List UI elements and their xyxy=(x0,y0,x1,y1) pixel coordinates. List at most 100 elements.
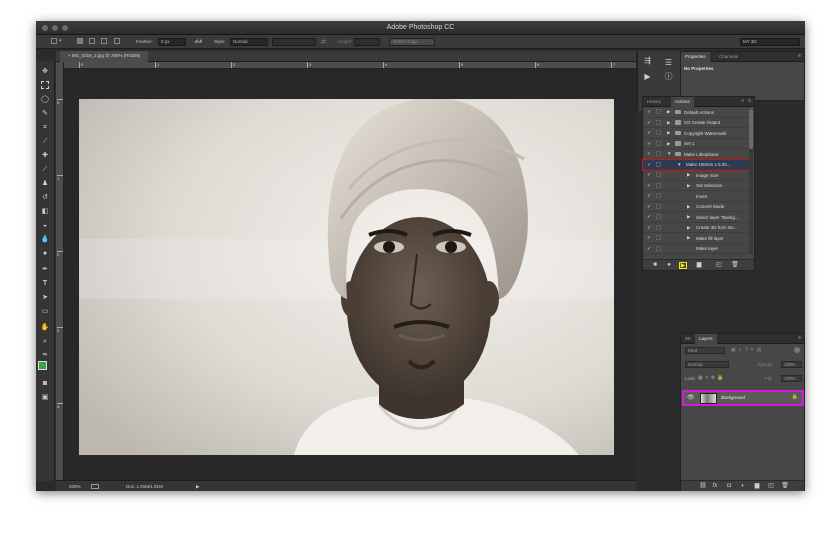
new-set-icon[interactable]: ▆ xyxy=(695,262,703,269)
action-row[interactable]: ✓ ▶ Default Actions xyxy=(643,107,750,118)
adjustment-layer-icon[interactable]: ◐ xyxy=(739,483,747,490)
document-tab[interactable]: × MG_0316_2.jpg @ 200% (RGB/8) xyxy=(60,51,149,62)
tab-actions[interactable]: Actions xyxy=(671,97,694,107)
new-group-icon[interactable]: ▆ xyxy=(753,483,761,490)
play-selection-button[interactable]: ▶ xyxy=(679,262,687,269)
dialog-toggle-box[interactable] xyxy=(656,151,661,156)
dodge-tool-icon[interactable]: ● xyxy=(40,249,50,259)
dialog-toggle-box[interactable] xyxy=(656,193,661,198)
panel-menu-icon[interactable]: ≡ xyxy=(798,53,801,59)
action-enabled-checkbox[interactable]: ✓ xyxy=(647,235,651,241)
link-layers-icon[interactable]: ⛓ xyxy=(699,483,707,490)
action-enabled-checkbox[interactable]: ✓ xyxy=(647,151,651,157)
anti-alias-icon[interactable]: ◢◢ xyxy=(194,38,202,44)
lock-options-icons[interactable]: ▦✎✥🔒 xyxy=(698,375,725,381)
actions-scrollbar[interactable] xyxy=(749,109,753,254)
action-row[interactable]: ✓ ▼ Make Lithophane xyxy=(643,149,750,160)
dialog-toggle-box[interactable] xyxy=(656,224,661,230)
begin-recording-icon[interactable]: ● xyxy=(665,262,673,269)
style-select[interactable]: Normal xyxy=(230,38,268,46)
dialog-toggle-box[interactable] xyxy=(656,245,661,251)
layer-style-icon[interactable]: fx xyxy=(711,483,719,490)
blend-mode-select[interactable]: Normal xyxy=(685,361,729,368)
height-input[interactable] xyxy=(354,38,380,46)
portrait-photo[interactable] xyxy=(79,99,614,455)
dialog-toggle-box[interactable] xyxy=(656,119,661,125)
action-enabled-checkbox[interactable]: ✓ xyxy=(647,204,651,210)
dialog-toggle-box[interactable] xyxy=(656,172,661,177)
action-row[interactable]: ✓ ▶ Convert Mode xyxy=(643,202,750,212)
expand-triangle-icon[interactable]: ▶ xyxy=(687,204,690,210)
rectangular-marquee-tool-icon[interactable] xyxy=(41,81,49,89)
blur-tool-icon[interactable]: 💧 xyxy=(40,235,50,245)
action-enabled-checkbox[interactable]: ✓ xyxy=(647,130,651,136)
info-icon[interactable]: ⓘ xyxy=(663,71,674,82)
filter-toggle-icon[interactable] xyxy=(794,347,800,353)
new-selection-icon[interactable] xyxy=(77,38,83,44)
expand-triangle-icon[interactable]: ▶ xyxy=(687,214,690,220)
layer-row-background[interactable]: 👁 Background 🔒 xyxy=(682,390,804,406)
close-tab-icon[interactable]: × xyxy=(68,53,71,58)
action-row[interactable]: ✓ ▶ Set 1 xyxy=(643,139,750,149)
dialog-toggle-box[interactable] xyxy=(656,109,661,114)
action-enabled-checkbox[interactable]: ✓ xyxy=(647,162,651,168)
brush-tool-icon[interactable]: ⟋ xyxy=(40,165,50,175)
quick-mask-icon[interactable]: ◙ xyxy=(40,379,50,389)
rectangle-tool-icon[interactable]: ▭ xyxy=(40,307,50,317)
dialog-toggle-box[interactable] xyxy=(656,130,661,135)
action-row[interactable]: ✓ ▶ Copyright Watermark xyxy=(643,128,750,139)
dialog-toggle-box[interactable] xyxy=(656,235,661,240)
fill-input[interactable]: 100% xyxy=(781,375,802,382)
refine-edge-button[interactable]: Refine Edge... xyxy=(389,38,435,46)
delete-layer-icon[interactable]: 🗑 xyxy=(781,483,789,490)
marquee-tool-preset-icon[interactable] xyxy=(51,38,57,44)
action-enabled-checkbox[interactable]: ✓ xyxy=(647,172,651,178)
actions-play-icon[interactable]: ▶ xyxy=(642,71,653,82)
layer-visibility-eye-icon[interactable]: 👁 xyxy=(687,394,695,401)
feather-input[interactable]: 0 px xyxy=(158,38,186,46)
proof-icon[interactable] xyxy=(91,484,99,489)
expand-triangle-icon[interactable]: ▶ xyxy=(687,235,690,241)
new-action-icon[interactable]: ◰ xyxy=(715,262,723,269)
dialog-toggle-box[interactable] xyxy=(656,203,661,209)
workspace-switcher[interactable]: MY 3D xyxy=(740,38,800,46)
action-enabled-checkbox[interactable]: ✓ xyxy=(647,109,651,115)
opacity-input[interactable]: 100% xyxy=(781,361,802,368)
expand-triangle-icon[interactable]: ▶ xyxy=(687,172,690,178)
tab-channels[interactable]: Channels xyxy=(715,52,742,62)
dialog-toggle-box[interactable] xyxy=(656,182,661,188)
type-tool-icon[interactable]: T xyxy=(40,279,50,289)
action-enabled-checkbox[interactable]: ✓ xyxy=(647,225,651,231)
action-row[interactable]: ✓ ▼ Make 100mm x 0.25... xyxy=(642,158,751,171)
collapse-panel-icon[interactable]: » xyxy=(741,98,744,104)
action-enabled-checkbox[interactable]: ✓ xyxy=(647,214,651,220)
tab-properties[interactable]: Properties xyxy=(681,52,710,62)
status-menu-arrow-icon[interactable]: ▶ xyxy=(196,484,199,490)
action-row[interactable]: ✓ ▶ Make fill layer xyxy=(643,233,750,244)
layers-menu-icon[interactable]: ≡ xyxy=(798,335,801,341)
expand-triangle-icon[interactable]: ▼ xyxy=(667,151,671,156)
action-row[interactable]: ✓ ▶ Set Selection xyxy=(643,181,750,191)
expand-triangle-icon[interactable]: ▶ xyxy=(667,130,670,136)
history-brush-tool-icon[interactable]: ↺ xyxy=(40,193,50,203)
action-row[interactable]: ✓ ▶ Create 3D from De... xyxy=(643,223,750,233)
action-enabled-checkbox[interactable]: ✓ xyxy=(647,141,651,147)
action-row[interactable]: ✓ ▶ Select layer "Backg... xyxy=(643,212,750,223)
dialog-toggle-box[interactable] xyxy=(656,161,661,167)
history-icon[interactable]: ⇶ xyxy=(642,55,653,66)
filter-kind-select[interactable]: Kind xyxy=(685,347,725,354)
tab-layers[interactable]: Layers xyxy=(695,334,717,344)
hand-tool-icon[interactable]: ✋ xyxy=(40,323,50,333)
zoom-tool-icon[interactable]: ⌕ xyxy=(40,337,50,347)
crop-tool-icon[interactable]: ⌗ xyxy=(40,123,50,133)
screen-mode-icon[interactable]: ▣ xyxy=(40,393,50,403)
zoom-level[interactable]: 200% xyxy=(69,484,81,489)
action-row[interactable]: ✓ Invert xyxy=(643,191,750,202)
intersect-selection-icon[interactable] xyxy=(114,38,120,44)
action-row[interactable]: ✓ ▶ Image Size xyxy=(643,170,750,181)
tab-history[interactable]: History xyxy=(643,97,665,107)
action-row[interactable]: ✓ ▶ CD Create Output xyxy=(643,118,750,128)
width-input[interactable] xyxy=(272,38,316,46)
clone-stamp-tool-icon[interactable]: ♟ xyxy=(40,179,50,189)
eyedropper-tool-icon[interactable]: ⟋ xyxy=(40,137,50,147)
